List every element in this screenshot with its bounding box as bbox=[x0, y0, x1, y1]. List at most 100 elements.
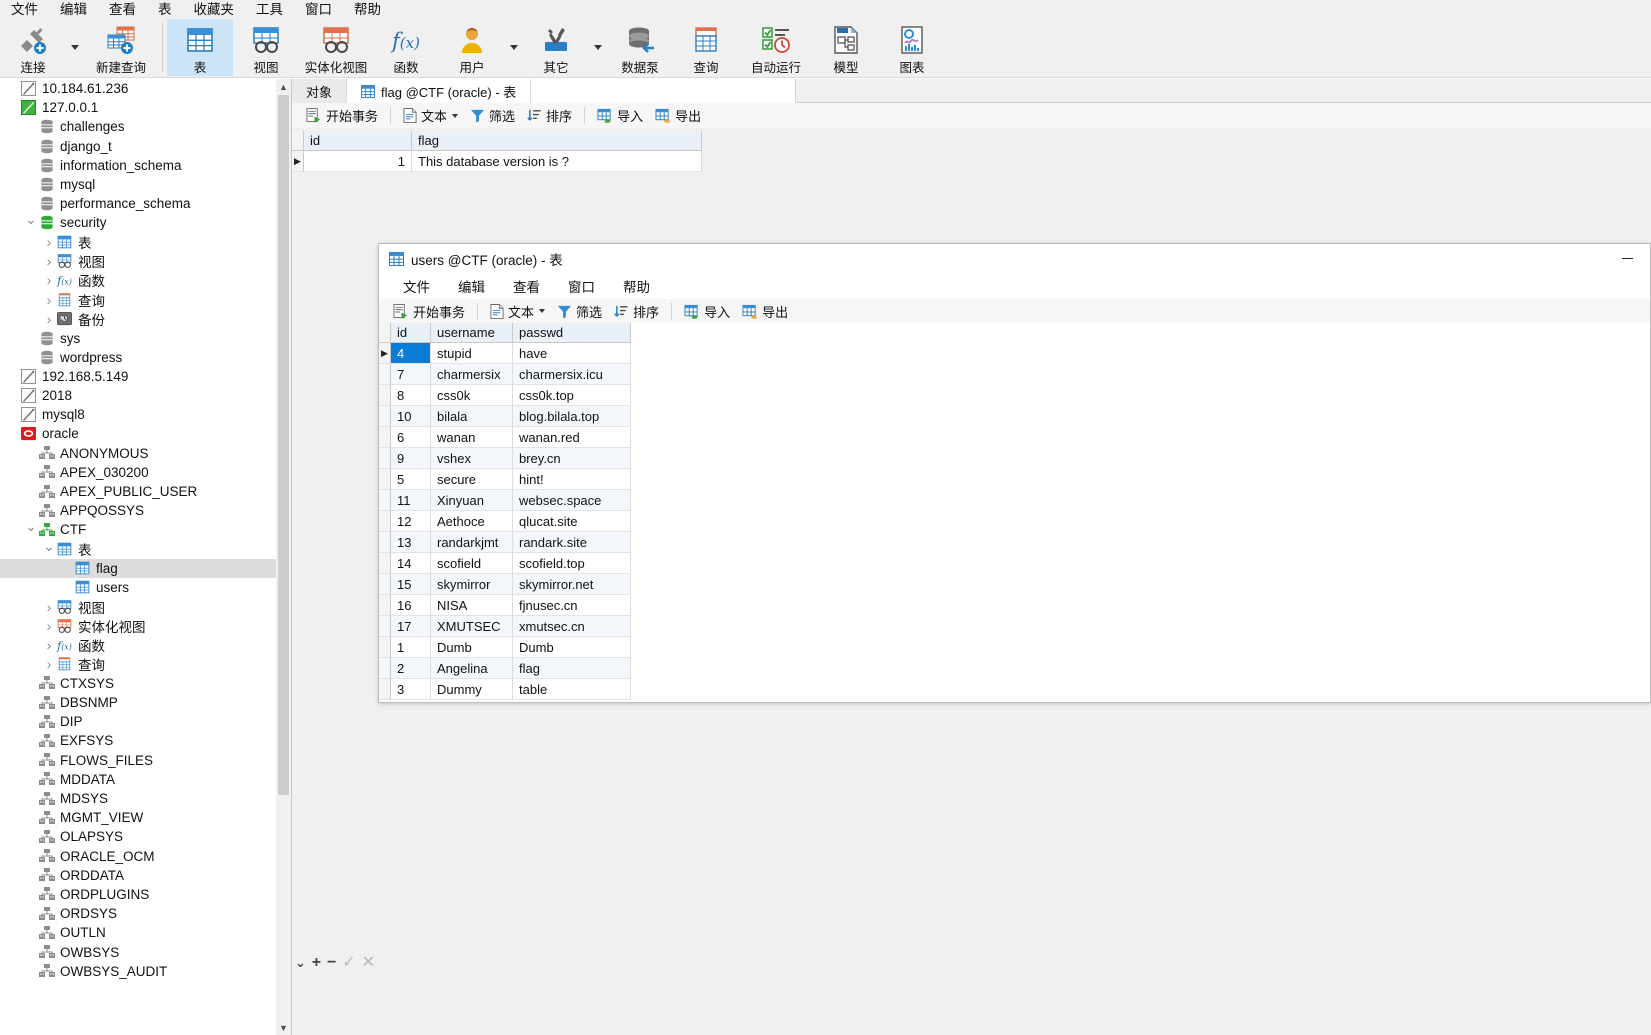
cell-id[interactable]: 1 bbox=[391, 637, 431, 658]
toolbar-button-materialized-view[interactable]: 实体化视图 bbox=[299, 19, 373, 76]
toolbar-button-view[interactable]: 视图 bbox=[233, 19, 299, 76]
tree-item-DIP[interactable]: DIP bbox=[0, 712, 277, 731]
users-menu-item-1[interactable]: 编辑 bbox=[444, 276, 499, 296]
row-selector[interactable] bbox=[379, 511, 391, 532]
toolbar-dropdown-arrow[interactable] bbox=[589, 19, 607, 76]
chevron-right-icon[interactable] bbox=[42, 253, 56, 269]
row-selector[interactable] bbox=[379, 364, 391, 385]
tree-item-APEX_PUBLIC_USER[interactable]: APEX_PUBLIC_USER bbox=[0, 482, 277, 501]
scroll-up-icon[interactable]: ▲ bbox=[276, 79, 291, 94]
toolbar-filter[interactable]: 筛选 bbox=[464, 103, 521, 128]
users-menu-item-2[interactable]: 查看 bbox=[499, 276, 554, 296]
toolbar-export[interactable]: 导出 bbox=[736, 299, 794, 324]
cell-passwd[interactable]: hint! bbox=[513, 469, 631, 490]
menu-item-3[interactable]: 表 bbox=[147, 0, 183, 19]
tree-item-MGMT_VIEW[interactable]: MGMT_VIEW bbox=[0, 808, 277, 827]
toolbar-import[interactable]: 导入 bbox=[591, 103, 649, 128]
cell-id[interactable]: 13 bbox=[391, 532, 431, 553]
cell-id[interactable]: 14 bbox=[391, 553, 431, 574]
tab-objects[interactable]: 对象 bbox=[292, 79, 348, 103]
tree-item-OWBSYS[interactable]: OWBSYS bbox=[0, 942, 277, 961]
table-row[interactable]: 5 secure hint! bbox=[379, 469, 631, 490]
row-selector[interactable] bbox=[379, 679, 391, 700]
toolbar-button-function[interactable]: f(x) 函数 bbox=[373, 19, 439, 76]
cell-id[interactable]: 15 bbox=[391, 574, 431, 595]
row-selector[interactable] bbox=[379, 532, 391, 553]
toolbar-sort[interactable]: 排序 bbox=[521, 103, 578, 128]
row-selector[interactable] bbox=[379, 385, 391, 406]
row-selector[interactable]: ▶ bbox=[292, 151, 304, 172]
table-row[interactable]: 14 scofield scofield.top bbox=[379, 553, 631, 574]
commit-record[interactable]: ✓ bbox=[342, 950, 355, 976]
cell-passwd[interactable]: randark.site bbox=[513, 532, 631, 553]
tab-flag-table[interactable]: flag @CTF (oracle) - 表 bbox=[347, 79, 532, 103]
cell-id[interactable]: 1 bbox=[304, 151, 412, 172]
row-selector[interactable] bbox=[379, 490, 391, 511]
table-row[interactable]: 15 skymirror skymirror.net bbox=[379, 574, 631, 595]
cell-passwd[interactable]: fjnusec.cn bbox=[513, 595, 631, 616]
cell-username[interactable]: stupid bbox=[431, 343, 513, 364]
tree-item-10.184.61.236[interactable]: 10.184.61.236 bbox=[0, 79, 277, 98]
cell-id[interactable]: 6 bbox=[391, 427, 431, 448]
row-selector[interactable] bbox=[379, 658, 391, 679]
tree-item-MDDATA[interactable]: MDDATA bbox=[0, 770, 277, 789]
delete-record[interactable]: − bbox=[327, 950, 336, 976]
menu-item-7[interactable]: 帮助 bbox=[343, 0, 392, 19]
tree-item-ORACLE_OCM[interactable]: ORACLE_OCM bbox=[0, 847, 277, 866]
row-selector[interactable] bbox=[379, 574, 391, 595]
chevron-right-icon[interactable] bbox=[42, 272, 56, 288]
cell-username[interactable]: charmersix bbox=[431, 364, 513, 385]
menu-item-6[interactable]: 窗口 bbox=[294, 0, 343, 19]
table-row[interactable]: ▶ 1 This database version is ? bbox=[292, 151, 702, 172]
cell-id[interactable]: 16 bbox=[391, 595, 431, 616]
cell-username[interactable]: Xinyuan bbox=[431, 490, 513, 511]
toolbar-button-user[interactable]: 用户 bbox=[439, 19, 505, 76]
tree-item-CTF[interactable]: CTF bbox=[0, 520, 277, 539]
toolbar-button-query[interactable]: 查询 bbox=[673, 19, 739, 76]
row-selector[interactable] bbox=[379, 616, 391, 637]
cell-username[interactable]: XMUTSEC bbox=[431, 616, 513, 637]
table-row[interactable]: 9 vshex brey.cn bbox=[379, 448, 631, 469]
cell-passwd[interactable]: scofield.top bbox=[513, 553, 631, 574]
chevron-down-icon[interactable] bbox=[24, 214, 38, 231]
cell-username[interactable]: randarkjmt bbox=[431, 532, 513, 553]
tree-item-ORDDATA[interactable]: ORDDATA bbox=[0, 866, 277, 885]
chevron-right-icon[interactable] bbox=[42, 311, 56, 327]
tree-item-OUTLN[interactable]: OUTLN bbox=[0, 923, 277, 942]
tree-item-192.168.5.149[interactable]: 192.168.5.149 bbox=[0, 367, 277, 386]
tree-item-information_schema[interactable]: information_schema bbox=[0, 156, 277, 175]
cell-flag[interactable]: This database version is ? bbox=[412, 151, 702, 172]
column-header-id[interactable]: id bbox=[304, 131, 412, 151]
row-selector[interactable] bbox=[379, 595, 391, 616]
tree-item-mysql[interactable]: mysql bbox=[0, 175, 277, 194]
chevron-down-icon[interactable] bbox=[539, 309, 546, 313]
toolbar-filter[interactable]: 筛选 bbox=[551, 299, 608, 324]
cell-username[interactable]: css0k bbox=[431, 385, 513, 406]
cell-passwd[interactable]: flag bbox=[513, 658, 631, 679]
cancel-record[interactable]: ✕ bbox=[362, 950, 375, 976]
cell-passwd[interactable]: Dumb bbox=[513, 637, 631, 658]
menu-item-2[interactable]: 查看 bbox=[98, 0, 147, 19]
tree-item-ORDSYS[interactable]: ORDSYS bbox=[0, 904, 277, 923]
toolbar-export[interactable]: 导出 bbox=[649, 103, 707, 128]
column-header-passwd[interactable]: passwd bbox=[513, 323, 631, 343]
row-selector[interactable]: ▶ bbox=[379, 343, 391, 364]
tree-item-flag[interactable]: flag bbox=[0, 558, 277, 578]
tree-item-__[interactable]: f(x)函数 bbox=[0, 271, 277, 290]
chevron-down-icon[interactable] bbox=[452, 113, 459, 118]
table-row[interactable]: 2 Angelina flag bbox=[379, 658, 631, 679]
minimize-button[interactable] bbox=[1604, 244, 1650, 273]
tree-item-2018[interactable]: 2018 bbox=[0, 386, 277, 405]
menu-item-5[interactable]: 工具 bbox=[245, 0, 294, 19]
cell-id[interactable]: 2 bbox=[391, 658, 431, 679]
add-record[interactable]: + bbox=[312, 950, 321, 976]
table-row[interactable]: 12 Aethoce qlucat.site bbox=[379, 511, 631, 532]
column-header-flag[interactable]: flag bbox=[412, 131, 702, 151]
tree-item-APEX_030200[interactable]: APEX_030200 bbox=[0, 463, 277, 482]
tree-scrollbar[interactable]: ▲ ▼ bbox=[276, 79, 291, 1035]
table-row[interactable]: 1 Dumb Dumb bbox=[379, 637, 631, 658]
cell-passwd[interactable]: charmersix.icu bbox=[513, 364, 631, 385]
toolbar-import[interactable]: 导入 bbox=[678, 299, 736, 324]
menu-item-4[interactable]: 收藏夹 bbox=[183, 0, 246, 19]
tree-item-__[interactable]: 视图 bbox=[0, 597, 277, 616]
